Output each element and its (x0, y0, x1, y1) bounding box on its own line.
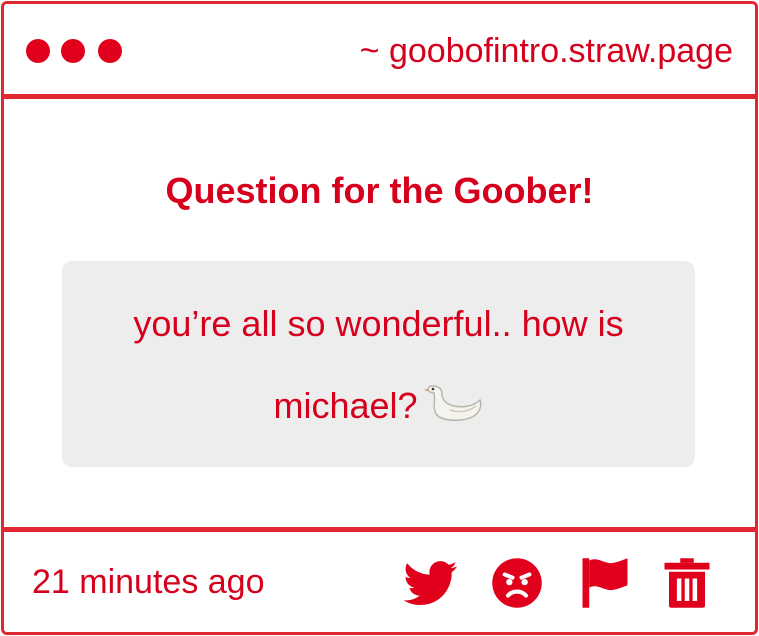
react-angry-button[interactable] (490, 556, 544, 610)
window-dot-icon (98, 39, 122, 63)
window-dot-icon (26, 39, 50, 63)
timestamp: 21 minutes ago (32, 563, 265, 601)
question-text-wrapper: you’re all so wonderful.. how is michael… (82, 283, 675, 447)
delete-button[interactable] (660, 556, 714, 610)
question-text: you’re all so wonderful.. how is michael… (133, 303, 624, 426)
twitter-share-button[interactable] (404, 556, 458, 610)
window-dot-icon (61, 39, 85, 63)
question-box: you’re all so wonderful.. how is michael… (62, 261, 695, 467)
page-title: Question for the Goober! (165, 170, 594, 211)
question-card: ~ goobofintro.straw.page Question for th… (1, 1, 758, 635)
report-flag-button[interactable] (578, 556, 632, 610)
page-url[interactable]: ~ goobofintro.straw.page (360, 31, 733, 71)
trash-icon (664, 558, 710, 608)
swan-emoji-icon (423, 385, 482, 421)
angry-face-icon (492, 558, 542, 608)
question-content: Question for the Goober! you’re all so w… (4, 99, 755, 527)
flag-icon (582, 558, 628, 608)
twitter-bird-icon (404, 561, 458, 606)
window-titlebar: ~ goobofintro.straw.page (4, 4, 755, 99)
card-footer: 21 minutes ago (4, 527, 755, 632)
